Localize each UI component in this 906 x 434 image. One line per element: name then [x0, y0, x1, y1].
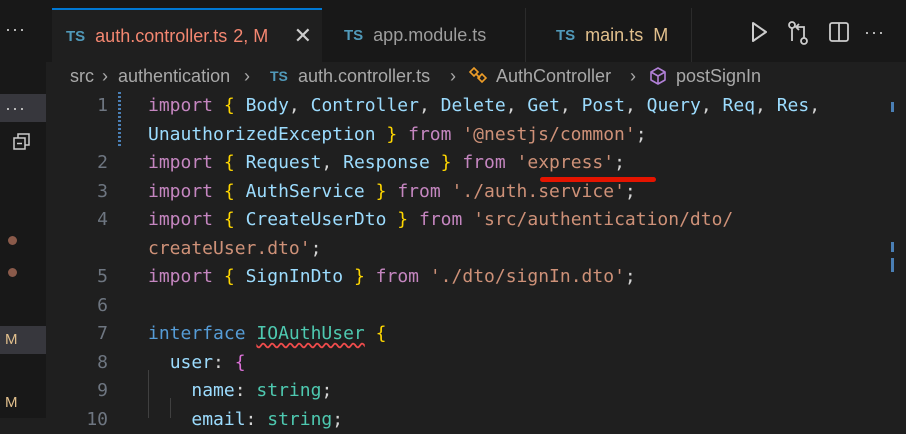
code-text: name: string; — [191, 380, 333, 401]
breadcrumb-item-authentication[interactable]: authentication — [118, 62, 230, 90]
code-text: UnauthorizedException } from '@nestjs/co… — [148, 123, 647, 145]
collapse-folders-icon[interactable] — [12, 132, 32, 152]
open-changes-icon[interactable] — [786, 20, 810, 46]
breadcrumb-item-src[interactable]: src — [70, 62, 94, 90]
code-text: import { Request, Response } from 'expre… — [148, 152, 625, 173]
code-line[interactable]: UnauthorizedException } from '@nestjs/co… — [46, 121, 906, 149]
annotation-red-underline — [540, 177, 656, 182]
tab-status-badge: M — [653, 24, 669, 45]
typescript-file-icon: TS — [556, 26, 576, 44]
tab-main[interactable]: TS main.ts M — [542, 8, 692, 62]
tab-auth-controller[interactable]: TS auth.controller.ts 2, M ✕ — [52, 8, 322, 62]
code-line[interactable]: 10 email: string; — [46, 406, 906, 434]
tab-label: main.ts — [585, 24, 644, 45]
code-text: import { Body, Controller, Delete, Get, … — [148, 95, 821, 116]
modified-badge[interactable]: M — [0, 326, 46, 354]
tab-label: auth.controller.ts — [95, 25, 228, 46]
code-line[interactable]: 9 name: string; — [46, 377, 906, 405]
code-line[interactable]: 5 import { SignInDto } from './dto/signIn… — [46, 263, 906, 291]
explorer-more-icon[interactable]: ··· — [0, 94, 46, 122]
code-text: import { SignInDto } from './dto/signIn.… — [148, 266, 636, 287]
code-editor[interactable]: 1 import { Body, Controller, Delete, Get,… — [46, 90, 906, 430]
indent-guide — [170, 398, 171, 418]
code-text: interface IOAuthUser { — [148, 323, 387, 344]
line-number: 3 — [97, 180, 108, 202]
file-status-dot — [8, 236, 17, 245]
run-icon[interactable] — [748, 20, 770, 46]
chevron-right-icon: › — [450, 66, 456, 86]
more-actions-icon[interactable]: ··· — [5, 20, 26, 38]
code-text: email: string; — [191, 408, 344, 430]
line-number: 4 — [97, 209, 108, 230]
code-line[interactable]: 1 import { Body, Controller, Delete, Get,… — [46, 92, 906, 120]
breadcrumb-item-file[interactable]: auth.controller.ts — [298, 62, 430, 90]
chevron-right-icon: › — [630, 66, 636, 86]
scrollbar-marker — [891, 242, 894, 252]
more-icon[interactable]: ··· — [864, 22, 885, 48]
chevron-right-icon: › — [102, 66, 108, 86]
typescript-file-icon: TS — [344, 26, 364, 44]
code-text: import { CreateUserDto } from 'src/authe… — [148, 209, 734, 230]
code-text: createUser.dto'; — [148, 237, 322, 259]
scrollbar-marker — [891, 258, 894, 272]
code-line[interactable]: 2 import { Request, Response } from 'expr… — [46, 149, 906, 177]
editor-tab-bar: TS auth.controller.ts 2, M ✕ TS app.modu… — [46, 0, 906, 62]
line-number: 10 — [86, 408, 108, 430]
code-line[interactable]: 7 interface IOAuthUser { — [46, 320, 906, 348]
line-number: 1 — [97, 95, 108, 116]
editor-scrollbar[interactable] — [888, 90, 906, 418]
code-line[interactable]: createUser.dto'; — [46, 235, 906, 263]
code-line[interactable]: 8 user: { — [46, 349, 906, 377]
activity-bar: ··· ··· M M — [0, 0, 46, 418]
line-number: 9 — [97, 380, 108, 401]
close-icon[interactable]: ✕ — [294, 23, 312, 49]
code-line[interactable]: 6 — [46, 292, 906, 320]
code-text: user: { — [169, 351, 246, 373]
tab-status-badge: 2, M — [233, 25, 269, 46]
breadcrumb-item-method[interactable]: postSignIn — [676, 62, 761, 90]
breadcrumb-item-class[interactable]: AuthController — [496, 62, 611, 90]
tab-label: app.module.ts — [373, 24, 487, 45]
code-line[interactable]: 3 import { AuthService } from './auth.ser… — [46, 178, 906, 206]
chevron-right-icon: › — [244, 66, 250, 86]
split-editor-icon[interactable] — [828, 20, 850, 46]
typescript-file-icon: TS — [66, 27, 86, 45]
line-number: 6 — [97, 294, 108, 316]
indent-guide — [148, 370, 149, 418]
breadcrumb: src › authentication › TS auth.controlle… — [46, 62, 906, 90]
line-number: 5 — [97, 266, 108, 287]
line-number: 2 — [97, 152, 108, 173]
file-status-dot — [8, 268, 17, 277]
line-number: 7 — [97, 323, 108, 344]
scrollbar-marker — [891, 102, 894, 112]
modified-badge: M — [5, 394, 18, 411]
code-line[interactable]: 4 import { CreateUserDto } from 'src/auth… — [46, 206, 906, 234]
tab-app-module[interactable]: TS app.module.ts — [330, 8, 526, 62]
typescript-file-icon: TS — [270, 68, 288, 84]
line-number: 8 — [97, 351, 108, 373]
